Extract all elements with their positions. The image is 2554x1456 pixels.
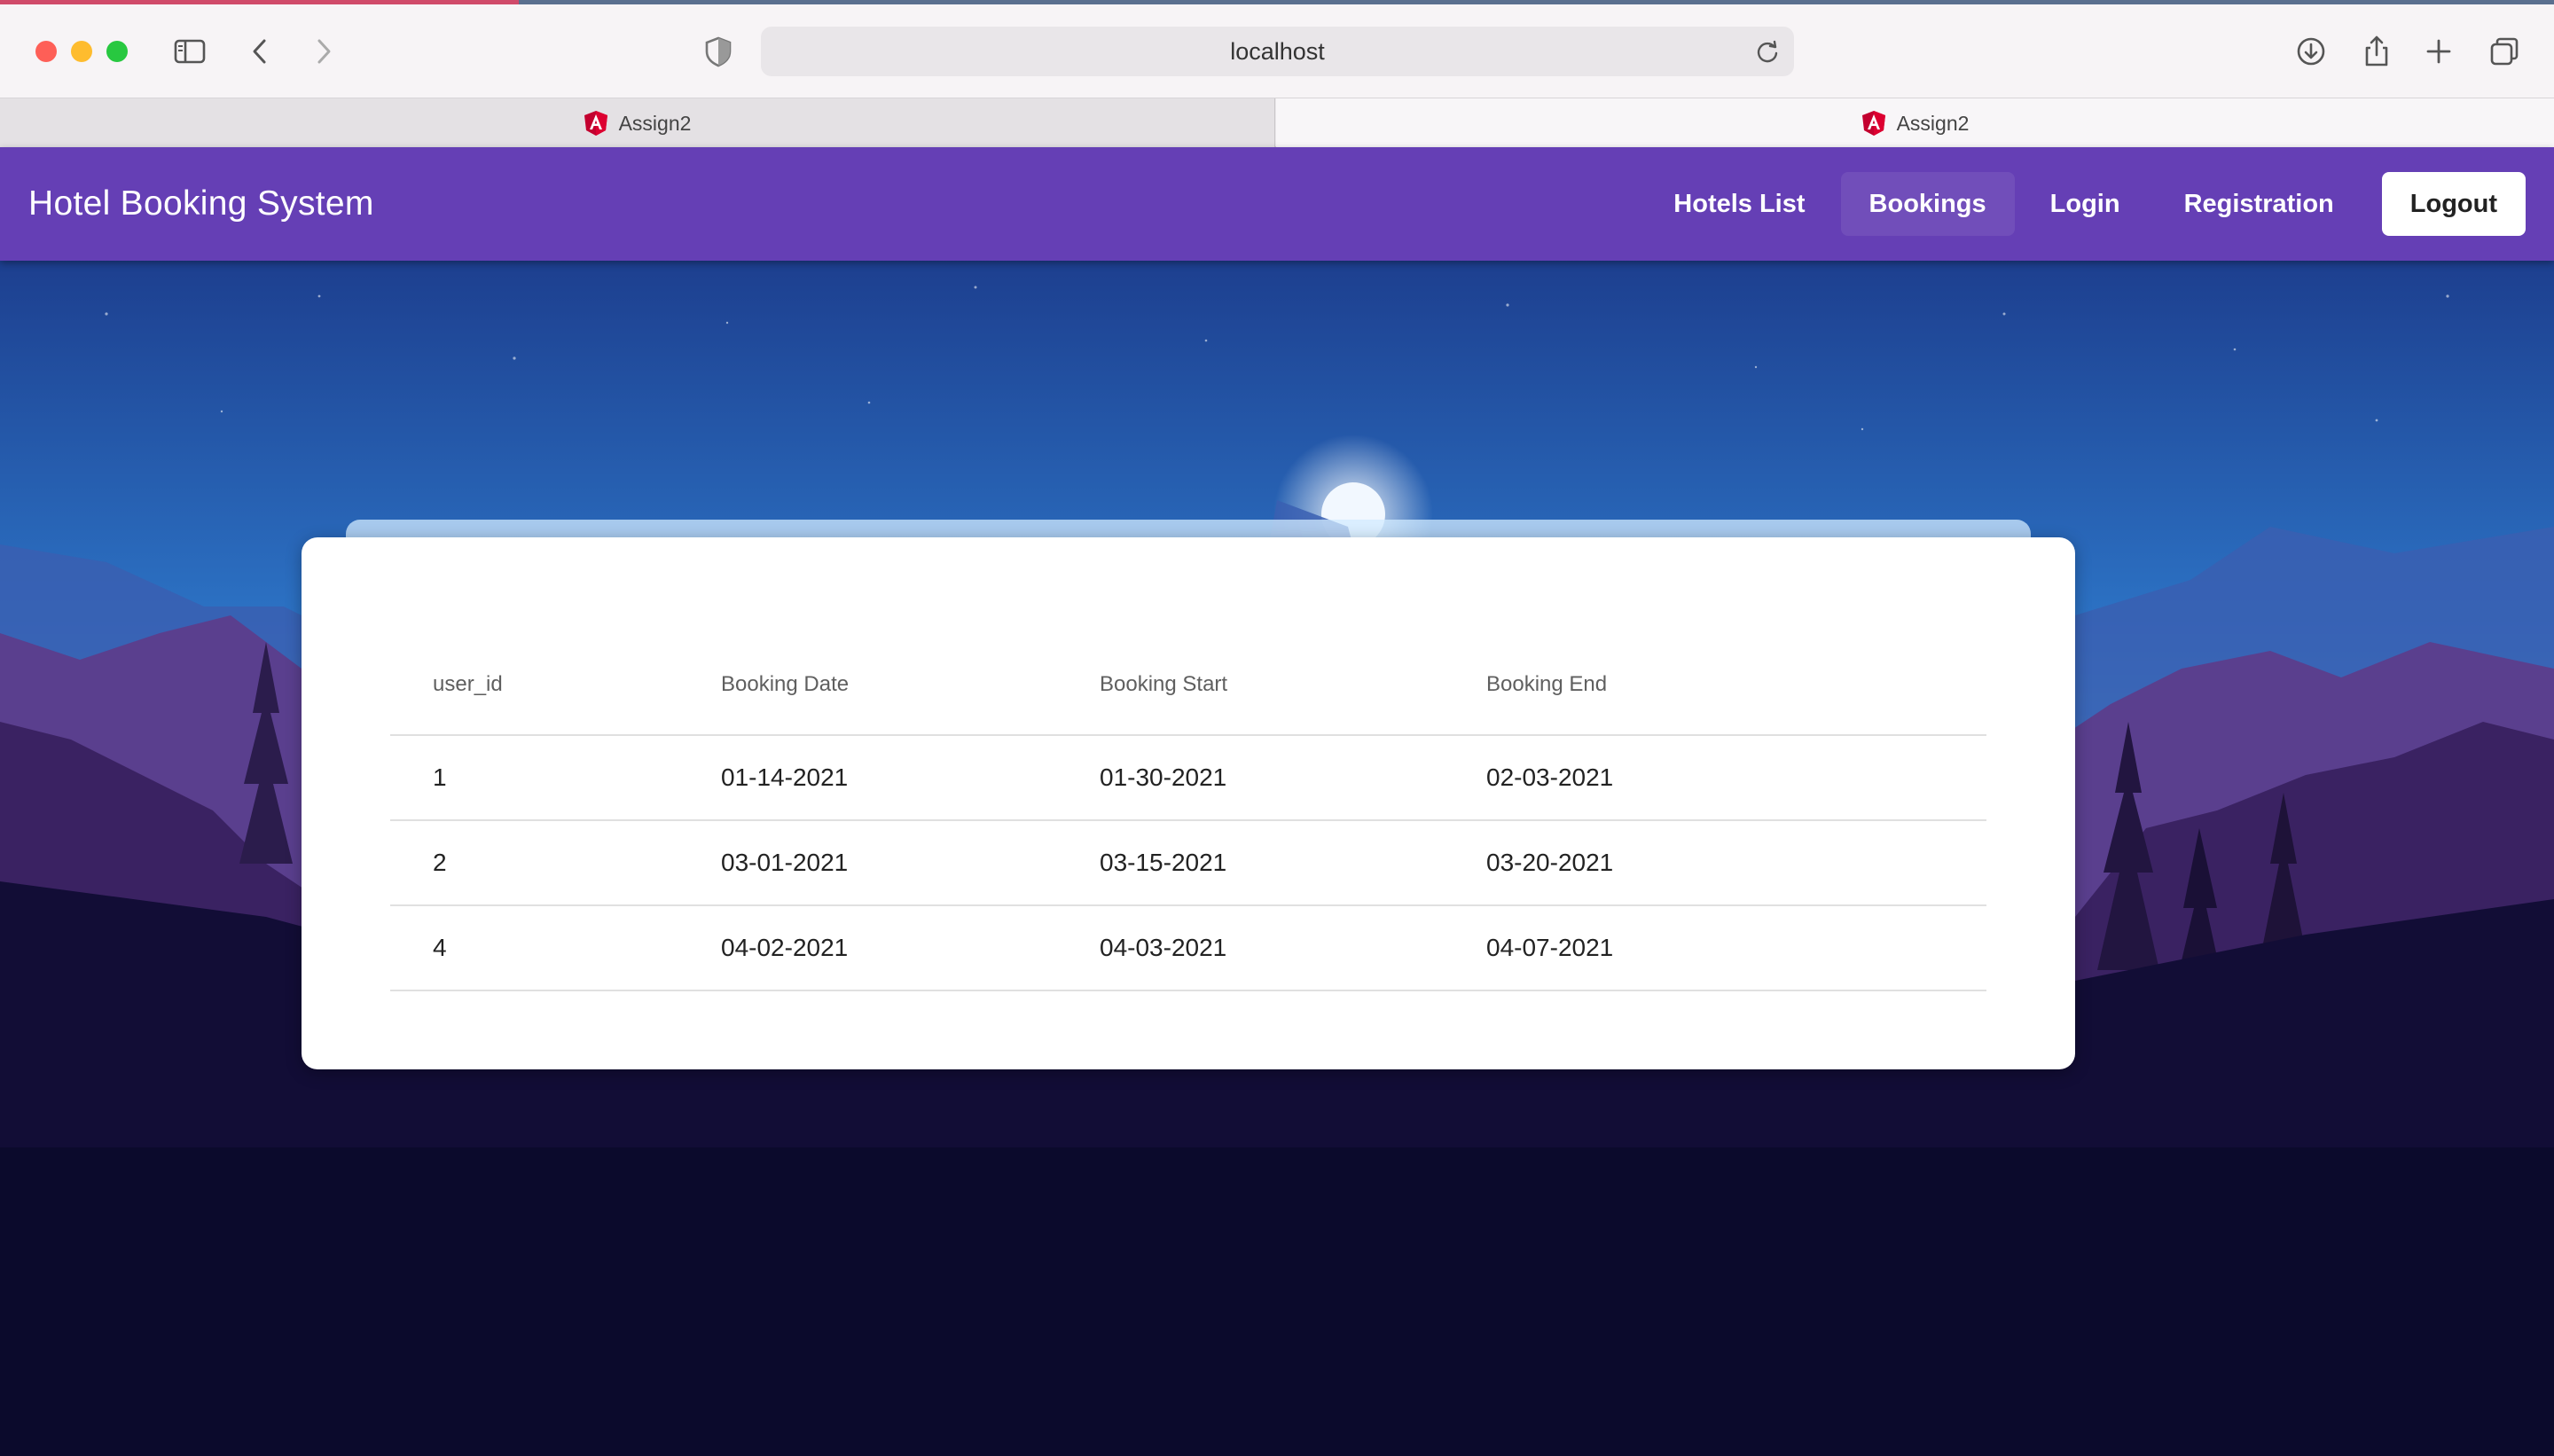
- address-bar[interactable]: localhost: [761, 27, 1794, 76]
- cell-booking-end: 04-07-2021: [1486, 934, 1614, 961]
- cell-booking-start: 04-03-2021: [1100, 934, 1227, 961]
- sidebar-toggle-icon[interactable]: [168, 30, 211, 73]
- downloads-icon[interactable]: [2290, 30, 2332, 73]
- cell-booking-start: 01-30-2021: [1100, 763, 1227, 791]
- column-header-booking-end: Booking End: [1486, 672, 1608, 696]
- cell-booking-date: 01-14-2021: [721, 763, 849, 791]
- nav-registration-button[interactable]: Registration: [2156, 172, 2362, 236]
- nav-hotels-list-button[interactable]: Hotels List: [1645, 172, 1833, 236]
- main-nav: Hotels List Bookings Login Registration …: [1645, 172, 2526, 236]
- nav-login-button[interactable]: Login: [2022, 172, 2149, 236]
- tab-title: Assign2: [618, 111, 692, 135]
- cell-booking-start: 03-15-2021: [1100, 849, 1227, 876]
- angular-icon: [1861, 111, 1885, 136]
- tab-bar: Assign2 Assign2: [0, 98, 2554, 148]
- minimize-window-button[interactable]: [71, 41, 92, 62]
- new-tab-icon[interactable]: [2417, 30, 2460, 73]
- bookings-card: user_id Booking Date Booking Start Booki…: [302, 537, 2075, 1069]
- tab-overview-icon[interactable]: [2483, 30, 2526, 73]
- back-icon[interactable]: [239, 30, 282, 73]
- page-load-track: [519, 0, 2554, 4]
- logout-button[interactable]: Logout: [2381, 172, 2526, 236]
- tab-title: Assign2: [1896, 111, 1970, 135]
- cell-booking-end: 02-03-2021: [1486, 763, 1614, 791]
- angular-icon: [584, 111, 607, 136]
- nav-bookings-button[interactable]: Bookings: [1840, 172, 2015, 236]
- column-header-booking-date: Booking Date: [721, 672, 850, 696]
- forward-icon[interactable]: [302, 30, 344, 73]
- column-header-booking-start: Booking Start: [1100, 672, 1228, 696]
- cell-booking-end: 03-20-2021: [1486, 849, 1614, 876]
- browser-tab-2[interactable]: Assign2: [1276, 98, 2554, 148]
- zoom-window-button[interactable]: [106, 41, 128, 62]
- browser-chrome: localhost Assign2 Assign2: [0, 0, 2554, 148]
- app-toolbar: Hotel Booking System Hotels List Booking…: [0, 147, 2554, 261]
- close-window-button[interactable]: [35, 41, 57, 62]
- table-row: 2 03-01-2021 03-15-2021 03-20-2021: [390, 821, 1986, 906]
- reload-icon[interactable]: [1753, 37, 1782, 66]
- column-header-user-id: user_id: [433, 672, 503, 696]
- table-row: 4 04-02-2021 04-03-2021 04-07-2021: [390, 906, 1986, 991]
- cell-user-id: 2: [433, 849, 447, 876]
- app-title: Hotel Booking System: [28, 184, 374, 223]
- cell-booking-date: 03-01-2021: [721, 849, 849, 876]
- cell-user-id: 1: [433, 763, 447, 791]
- bookings-table: user_id Booking Date Booking Start Booki…: [390, 635, 1986, 991]
- browser-tab-1[interactable]: Assign2: [0, 98, 1275, 148]
- privacy-shield-icon[interactable]: [697, 30, 740, 73]
- table-row: 1 01-14-2021 01-30-2021 02-03-2021: [390, 736, 1986, 821]
- address-text: localhost: [1230, 37, 1325, 65]
- share-icon[interactable]: [2355, 30, 2398, 73]
- page-load-progress: [0, 0, 519, 4]
- table-header-row: user_id Booking Date Booking Start Booki…: [390, 635, 1986, 736]
- cell-booking-date: 04-02-2021: [721, 934, 849, 961]
- browser-toolbar: localhost: [0, 0, 2554, 98]
- cell-user-id: 4: [433, 934, 447, 961]
